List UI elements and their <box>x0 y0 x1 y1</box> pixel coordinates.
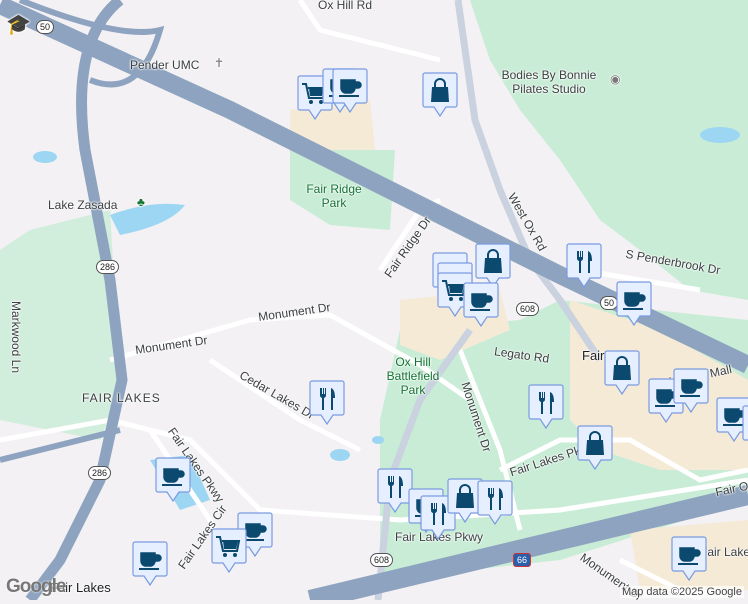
school-icon: 🎓 <box>6 14 31 36</box>
restaurant-marker[interactable] <box>528 384 564 430</box>
google-logo: Google <box>6 576 66 597</box>
shopping-bag-marker[interactable] <box>422 72 458 118</box>
shopping-bag-marker[interactable] <box>577 425 613 471</box>
coffee-marker[interactable] <box>463 282 499 328</box>
route286-shield: 286 <box>96 260 120 274</box>
coffee-marker[interactable] <box>132 541 168 587</box>
coffee-marker[interactable] <box>616 281 652 327</box>
poi-dot-icon: ◉ <box>610 72 621 86</box>
restaurant-marker[interactable] <box>566 243 602 289</box>
map-attribution[interactable]: Map data ©2025 Google <box>619 586 744 598</box>
pender-umc-label[interactable]: Pender UMC <box>130 58 199 72</box>
coffee-marker[interactable] <box>671 536 707 582</box>
fair-lakes-area-label: FAIR LAKES <box>82 391 161 405</box>
road-label: Markwood Ln <box>9 300 24 374</box>
ox-hill-battlefield-park-label[interactable]: Ox Hill Battlefield Park <box>383 355 443 397</box>
lake-zasada-label[interactable]: Lake Zasada <box>48 198 117 212</box>
restaurant-marker[interactable] <box>477 480 513 526</box>
route608-shield: 608 <box>370 553 394 567</box>
coffee-marker[interactable] <box>742 405 748 451</box>
i66-shield: 66 <box>513 553 532 567</box>
coffee-marker[interactable] <box>332 68 368 114</box>
route608-shield: 608 <box>516 302 540 316</box>
restaurant-marker[interactable] <box>309 380 345 426</box>
road-label: Ox Hill Rd <box>318 0 373 12</box>
coffee-marker[interactable] <box>673 368 709 414</box>
road-label: Fair Lakes Way <box>700 545 748 559</box>
shopping-bag-marker[interactable] <box>604 350 640 396</box>
route286-shield: 286 <box>88 466 112 480</box>
shopping-cart-marker[interactable] <box>211 528 247 574</box>
us50-shield: 50 <box>36 20 55 34</box>
tree-icon: ♣ <box>137 195 145 209</box>
bodies-by-bonnie-label[interactable]: Bodies By Bonnie Pilates Studio <box>494 68 604 96</box>
coffee-marker[interactable] <box>155 457 191 503</box>
fair-ridge-park-label[interactable]: Fair Ridge Park <box>306 182 362 210</box>
church-icon: ✝ <box>214 56 225 70</box>
